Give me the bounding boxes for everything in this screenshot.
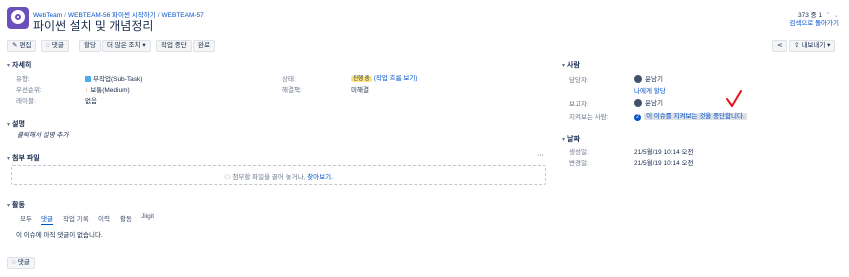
- type-value: 부작업(Sub-Task): [85, 73, 142, 83]
- tab-all[interactable]: 모두: [20, 213, 32, 223]
- view-workflow-link[interactable]: (작업 흐름 보기): [374, 75, 418, 82]
- labels-label: 레이블:: [16, 98, 36, 105]
- assign-button[interactable]: 할당: [79, 40, 101, 52]
- avatar: [634, 99, 642, 107]
- chevron-down-icon: ▾: [7, 203, 11, 209]
- comment-button[interactable]: ◌ 댓글: [41, 40, 69, 52]
- attachments-section-header[interactable]: ▾ 첨부 파일: [7, 153, 40, 163]
- description-heading: 설명: [12, 121, 25, 128]
- comment-label: 댓글: [51, 42, 64, 49]
- assignee-name: 윤남기: [645, 76, 663, 83]
- stop-progress-label: 작업 중단: [161, 42, 187, 49]
- chevron-down-icon: ▾: [562, 63, 566, 69]
- page-title[interactable]: 파이썬 설치 및 개념정리: [33, 17, 153, 34]
- watchers-value[interactable]: 2이 이슈를 지켜보는 것을 중단합니다.: [634, 110, 747, 121]
- assign-label: 할당: [84, 42, 96, 49]
- watchers-label: 지켜보는 사람:: [569, 114, 609, 121]
- tab-comments[interactable]: 댓글: [41, 213, 53, 225]
- attachments-heading: 첨부 파일: [12, 155, 40, 162]
- description-placeholder[interactable]: 클릭해서 설명 추가: [17, 129, 68, 139]
- checkmark-annotation-icon: [726, 90, 742, 107]
- details-section-header[interactable]: ▾ 자세히: [7, 60, 31, 70]
- chevron-down-icon: ▾: [7, 122, 11, 128]
- stop-progress-button[interactable]: 작업 중단: [156, 40, 192, 52]
- reporter-label: 보고자:: [569, 101, 589, 108]
- priority-text: 보통(Medium): [90, 87, 130, 94]
- tab-jiigit[interactable]: Jiigit: [141, 213, 154, 220]
- dates-heading: 날짜: [567, 136, 580, 143]
- more-actions-button[interactable]: 더 많은 조치 ▾: [102, 40, 151, 52]
- chevron-down-icon: ▾: [562, 137, 566, 143]
- people-heading: 사람: [567, 62, 580, 69]
- more-actions-label: 더 많은 조치: [107, 42, 141, 49]
- done-label: 완료: [198, 42, 210, 49]
- subtask-icon: [85, 76, 91, 82]
- edit-button[interactable]: ✎ 편집: [7, 40, 37, 52]
- activity-section-header[interactable]: ▾ 활동: [7, 200, 25, 210]
- chevron-down-icon: ▾: [7, 156, 11, 162]
- reporter-value[interactable]: 윤남기: [634, 97, 663, 107]
- details-heading: 자세히: [12, 62, 32, 69]
- assign-to-me-text[interactable]: 나에게 할당: [634, 88, 666, 95]
- assignee-label: 담당자:: [569, 77, 589, 84]
- priority-value: ↑ 보통(Medium): [85, 84, 130, 94]
- updated-label: 변경일:: [569, 160, 589, 167]
- reporter-name: 윤남기: [645, 100, 663, 107]
- chevron-down-icon: ▾: [140, 42, 146, 49]
- pencil-icon: ✎: [12, 42, 18, 49]
- stop-watching-link[interactable]: 이 이슈를 지켜보는 것을 중단합니다.: [644, 113, 747, 120]
- avatar: [634, 75, 642, 83]
- updated-date: 21/5월/19 10:14 오전: [634, 160, 694, 167]
- attachment-dropzone[interactable]: ☁ 첨부할 파일을 끌어 놓거나, 찾아보기.: [11, 165, 546, 185]
- priority-label: 우선순위:: [16, 87, 42, 94]
- speech-bubble-icon: ◌: [46, 42, 50, 49]
- edit-label: 편집: [19, 42, 32, 49]
- watchers-count-badge[interactable]: 2: [634, 114, 642, 121]
- share-icon: ⋖: [777, 42, 783, 49]
- type-label: 유형:: [16, 76, 30, 83]
- created-label: 생성일:: [569, 149, 589, 156]
- add-comment-button[interactable]: ◌ 댓글: [7, 257, 35, 269]
- status-value: 진행 중 (작업 흐름 보기): [351, 72, 418, 82]
- resolution-value: 미해결: [351, 87, 369, 94]
- project-avatar[interactable]: [7, 7, 29, 29]
- share-button[interactable]: ⋖: [772, 40, 788, 52]
- tab-history[interactable]: 이력: [98, 213, 110, 223]
- export-button[interactable]: ⇪ 내보내기 ▾: [789, 40, 836, 52]
- created-date: 21/5월/19 10:14 오전: [634, 149, 694, 156]
- activity-heading: 활동: [12, 202, 25, 209]
- breadcrumb-issue-key[interactable]: WEBTEAM-57: [162, 12, 204, 19]
- done-button[interactable]: 완료: [193, 40, 215, 52]
- dates-section-header[interactable]: ▾ 날짜: [562, 134, 580, 144]
- chevron-down-icon: ▾: [825, 42, 831, 49]
- chevron-down-icon: ▾: [7, 63, 11, 69]
- export-label: 내보내기: [801, 42, 826, 49]
- status-badge: 진행 중: [351, 76, 372, 82]
- type-text: 부작업(Sub-Task): [93, 76, 143, 83]
- add-comment-label: 댓글: [17, 259, 30, 266]
- back-to-search-link[interactable]: 검색으로 돌아가기: [789, 17, 839, 27]
- labels-value: 없음: [85, 98, 97, 105]
- attachments-more-icon[interactable]: ⋯: [537, 151, 544, 159]
- description-section-header[interactable]: ▾ 설명: [7, 119, 25, 129]
- tab-work-log[interactable]: 작업 기록: [63, 213, 89, 223]
- resolution-label: 해결책:: [282, 87, 302, 94]
- tab-activity[interactable]: 활동: [120, 213, 132, 223]
- export-icon: ⇪: [794, 42, 800, 49]
- browse-link[interactable]: 찾아보기.: [307, 174, 333, 181]
- people-section-header[interactable]: ▾ 사람: [562, 60, 580, 70]
- arrow-up-icon: ↑: [85, 87, 89, 94]
- no-comments-text: 이 이슈에 아직 댓글이 없습니다.: [16, 232, 103, 239]
- speech-bubble-icon: ◌: [12, 259, 16, 266]
- assignee-value[interactable]: 윤남기: [634, 73, 663, 83]
- dropzone-text: 첨부할 파일을 끌어 놓거나,: [232, 174, 306, 181]
- status-label: 상태:: [282, 76, 296, 83]
- assign-to-me-link[interactable]: 나에게 할당: [634, 85, 666, 95]
